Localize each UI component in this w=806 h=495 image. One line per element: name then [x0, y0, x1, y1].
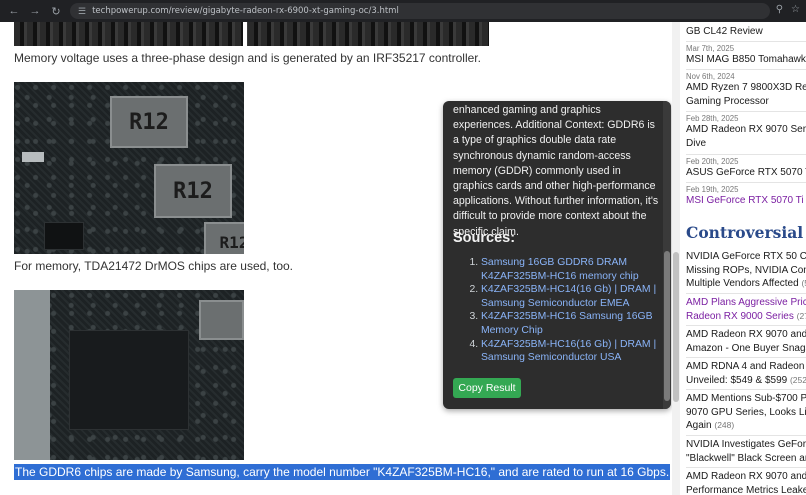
- sidebar: GB CL42 Review Mar 7th, 2025 MSI MAG B85…: [680, 22, 806, 495]
- review-item[interactable]: Feb 28th, 2025 AMD Radeon RX 9070 Series…: [686, 114, 806, 150]
- comment-count: (277: [796, 310, 806, 321]
- popup-scrollbar[interactable]: [663, 101, 671, 409]
- copy-result-button[interactable]: Copy Result: [453, 378, 521, 398]
- news-item[interactable]: AMD Mentions Sub-$700 Pric 9070 GPU Seri…: [686, 392, 806, 433]
- inductor-photo: R12 R12 R12: [14, 82, 244, 254]
- sources-heading: Sources:: [453, 230, 516, 246]
- zoom-icon[interactable]: ⚲: [776, 4, 783, 15]
- controversial-news-heading: Controversial News: [686, 223, 806, 242]
- inductor-label: R12: [154, 164, 232, 218]
- news-item[interactable]: NVIDIA Investigates GeForce "Blackwell" …: [686, 438, 806, 465]
- memory-chip-photo: [14, 290, 244, 460]
- selected-text[interactable]: The GDDR6 chips are made by Samsung, car…: [14, 464, 671, 480]
- news-item[interactable]: AMD Radeon RX 9070 and 90 Amazon - One B…: [686, 328, 806, 355]
- news-item[interactable]: AMD Plans Aggressive Price C Radeon RX 9…: [686, 296, 806, 323]
- inductor-label: R12: [204, 222, 244, 254]
- pcb-strip-image: [14, 22, 489, 46]
- comment-count: (248): [714, 420, 735, 430]
- bookmark-star-icon[interactable]: ☆: [791, 4, 800, 15]
- comment-count: (5: [801, 278, 806, 288]
- news-item[interactable]: AMD RDNA 4 and Radeon RX Unveiled: $549 …: [686, 360, 806, 387]
- review-item[interactable]: Feb 20th, 2025 ASUS GeForce RTX 5070 Ti …: [686, 157, 806, 180]
- source-link[interactable]: K4ZAF325BM-HC14(16 Gb) | DRAM | Samsung …: [481, 284, 656, 309]
- url-text: techpowerup.com/review/gigabyte-radeon-r…: [92, 6, 399, 16]
- sources-list: Samsung 16GB GDDR6 DRAM K4ZAF325BM-HC16 …: [469, 256, 665, 365]
- source-item: K4ZAF325BM-HC16(16 Gb) | DRAM | Samsung …: [481, 338, 665, 365]
- back-icon[interactable]: ←: [8, 5, 20, 17]
- reload-icon[interactable]: ↻: [50, 5, 62, 18]
- site-info-icon[interactable]: ☰: [78, 6, 86, 17]
- source-item: Samsung 16GB GDDR6 DRAM K4ZAF325BM-HC16 …: [481, 256, 665, 283]
- address-bar[interactable]: ☰ techpowerup.com/review/gigabyte-radeon…: [70, 3, 770, 19]
- source-link[interactable]: Samsung 16GB GDDR6 DRAM K4ZAF325BM-HC16 …: [481, 257, 639, 282]
- review-item[interactable]: Mar 7th, 2025 MSI MAG B850 Tomahawk M: [686, 44, 806, 67]
- source-item: K4ZAF325BM-HC14(16 Gb) | DRAM | Samsung …: [481, 283, 665, 310]
- page-scrollbar[interactable]: [672, 22, 680, 495]
- browser-actions: ⚲ ☆: [776, 4, 800, 15]
- nav-buttons: ← → ↻: [0, 5, 62, 18]
- review-item[interactable]: Feb 19th, 2025 MSI GeForce RTX 5070 Ti V…: [686, 185, 806, 208]
- article-paragraph: For memory, TDA21472 DrMOS chips are use…: [14, 259, 293, 273]
- popup-body-text: enhanced gaming and graphics experiences…: [453, 104, 659, 238]
- news-item[interactable]: NVIDIA GeForce RTX 50 Card Missing ROPs,…: [686, 250, 806, 291]
- comment-count: (252): [789, 374, 806, 385]
- source-item: K4ZAF325BM-HC16 Samsung 16GB Memory Chip: [481, 310, 665, 337]
- fact-check-popup: enhanced gaming and graphics experiences…: [443, 101, 671, 409]
- news-item[interactable]: AMD Radeon RX 9070 and 90 Performance Me…: [686, 470, 806, 495]
- source-link[interactable]: K4ZAF325BM-HC16 Samsung 16GB Memory Chip: [481, 311, 653, 336]
- forward-icon[interactable]: →: [29, 5, 41, 17]
- browser-toolbar: ← → ↻ ☰ techpowerup.com/review/gigabyte-…: [0, 0, 806, 22]
- inductor-label: R12: [110, 96, 188, 148]
- review-item[interactable]: GB CL42 Review: [686, 25, 806, 39]
- source-link[interactable]: K4ZAF325BM-HC16(16 Gb) | DRAM | Samsung …: [481, 339, 656, 364]
- article-paragraph: Memory voltage uses a three-phase design…: [14, 51, 481, 65]
- review-item[interactable]: Nov 6th, 2024 AMD Ryzen 7 9800X3D Revie …: [686, 72, 806, 108]
